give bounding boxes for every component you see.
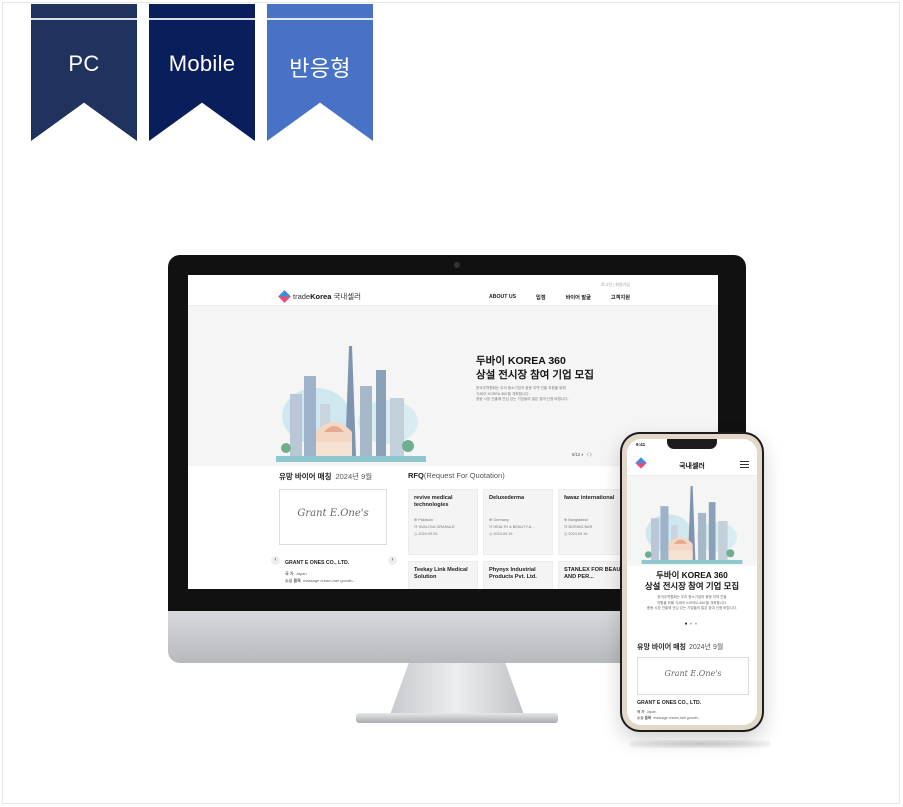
rfq-title: Teekay Link Medical Solution xyxy=(414,567,468,580)
chevron-left-icon[interactable]: ‹ xyxy=(271,556,280,565)
webcam-icon xyxy=(454,262,460,268)
monitor-stand xyxy=(390,663,524,715)
rfq-card[interactable]: Deluxederma ⊕ Germany ☷ HEALTH & BEAUTY,… xyxy=(483,489,553,555)
mobile-buyer-company: GRANT E ONES CO., LTD. xyxy=(637,700,702,706)
ribbon-label: Mobile xyxy=(168,51,236,76)
rfq-card[interactable]: Teekay Link Medical Solution xyxy=(408,561,478,589)
ribbon-cap xyxy=(267,4,373,20)
ribbon-cap xyxy=(31,4,137,20)
rfq-title: fawaz international xyxy=(564,495,615,501)
mobile-header: 국내셀러 xyxy=(627,453,757,476)
phone-shadow xyxy=(630,740,770,748)
monitor-base xyxy=(356,713,558,723)
nav-item-buyer[interactable]: 바이어 발굴 xyxy=(566,294,591,301)
rfq-section-title: RFQ(Request For Quotation) xyxy=(408,471,505,480)
site-logo[interactable]: tradeKorea 국내셀러 xyxy=(278,290,362,303)
ribbon-cap xyxy=(149,4,255,20)
rfq-title: Deluxederma xyxy=(489,495,525,501)
mobile-title: 국내셀러 xyxy=(679,463,705,470)
rfq-title: STANLEX FOR BEAUTY AND PER... xyxy=(564,567,628,580)
hero-pager[interactable]: 8/12 ⏸ 〈 〉 xyxy=(572,452,594,458)
mobile-buyer-meta: 국 가 Japan 소싱 품목 massage cream,hair growt… xyxy=(637,710,701,720)
rfq-item: ☷ SVALOVA GRANULE xyxy=(414,525,455,529)
mobile-hero[interactable] xyxy=(627,476,757,566)
mobile-buyer-title: 유망 바이어 매칭 2024년 9월 xyxy=(637,644,724,651)
hamburger-menu-icon[interactable] xyxy=(740,461,749,468)
rfq-card[interactable]: revive medical technologies ⊕ Pakistan ☷… xyxy=(408,489,478,555)
mobile-hero-description: 한국무역협회는 우리 중소기업의 중동 지역 진출 지원을 위해 '두바이 KO… xyxy=(646,595,738,610)
ribbon-label: 반응형 xyxy=(289,56,351,81)
mobile-screen: 9:41 국내셀러 두바이 KOREA 360 상설 전시장 참여 기업 모집 … xyxy=(627,439,757,725)
buyer-company-name: GRANT E ONES CO., LTD. xyxy=(285,560,350,566)
logo-text: tradeKorea 국내셀러 xyxy=(293,292,362,301)
nav-item-support[interactable]: 고객지원 xyxy=(611,294,630,301)
nav-item-about[interactable]: ABOUT US xyxy=(489,294,516,301)
mobile-hero-title: 두바이 KOREA 360 상설 전시장 참여 기업 모집 xyxy=(644,570,740,591)
rfq-title: Phynyx Industrial Products Pvt. Ltd. xyxy=(489,567,537,580)
hero-title: 두바이 KOREA 360 상설 전시장 참여 기업 모집 xyxy=(476,355,594,381)
mobile-phone: 9:41 국내셀러 두바이 KOREA 360 상설 전시장 참여 기업 모집 … xyxy=(620,432,764,732)
phone-notch xyxy=(667,439,717,449)
rfq-country: ⊕ Germany xyxy=(489,518,509,522)
main-nav: ABOUT US 입점 바이어 발굴 고객지원 xyxy=(489,294,630,301)
rfq-date: ◷ 2024.09.16. xyxy=(564,532,589,536)
rfq-date: ◷ 2024.09.19. xyxy=(489,532,514,536)
rfq-item: ☷ BORING BAR xyxy=(564,525,593,529)
carousel-dots[interactable]: ●●● xyxy=(627,621,757,627)
nav-item-join[interactable]: 입점 xyxy=(536,294,546,301)
rfq-date: ◷ 2024.09.20. xyxy=(414,532,439,536)
rfq-title: revive medical technologies xyxy=(414,495,453,508)
rfq-country: ⊕ Pakistan xyxy=(414,518,433,522)
ribbon-label: PC xyxy=(68,51,100,76)
rfq-country: ⊕ Bangladesh xyxy=(564,518,589,522)
logo-mark-icon xyxy=(278,290,291,303)
buyer-section-title: 유망 바이어 매칭 2024년 9월 xyxy=(279,472,373,481)
status-time: 9:41 xyxy=(636,442,646,447)
dubai-skyline-illustration xyxy=(276,346,426,462)
buyer-meta: 국 가 Japan 소싱 품목 massage cream,hair growt… xyxy=(285,571,356,583)
mobile-buyer-logo-card[interactable]: Grant E.One's xyxy=(637,657,749,695)
rfq-card[interactable]: Phynyx Industrial Products Pvt. Ltd. xyxy=(483,561,553,589)
site-header: tradeKorea 국내셀러 로그인 | 회원가입 ABOUT US 입점 바… xyxy=(188,275,718,306)
buyer-logo: Grant E.One's xyxy=(664,669,722,678)
dubai-skyline-illustration xyxy=(641,486,743,564)
rfq-item: ☷ HEALTH & BEAUTY,A... xyxy=(489,525,535,529)
buyer-logo-card[interactable]: Grant E.One's xyxy=(279,489,387,545)
hero-description: 한국무역협회는 우리 중소기업의 중동 지역 진출 지원을 위해 '두바이 KO… xyxy=(476,386,569,401)
chevron-right-icon[interactable]: › xyxy=(388,556,397,565)
buyer-logo: Grant E.One's xyxy=(297,508,369,519)
util-links[interactable]: 로그인 | 회원가입 xyxy=(601,282,630,288)
